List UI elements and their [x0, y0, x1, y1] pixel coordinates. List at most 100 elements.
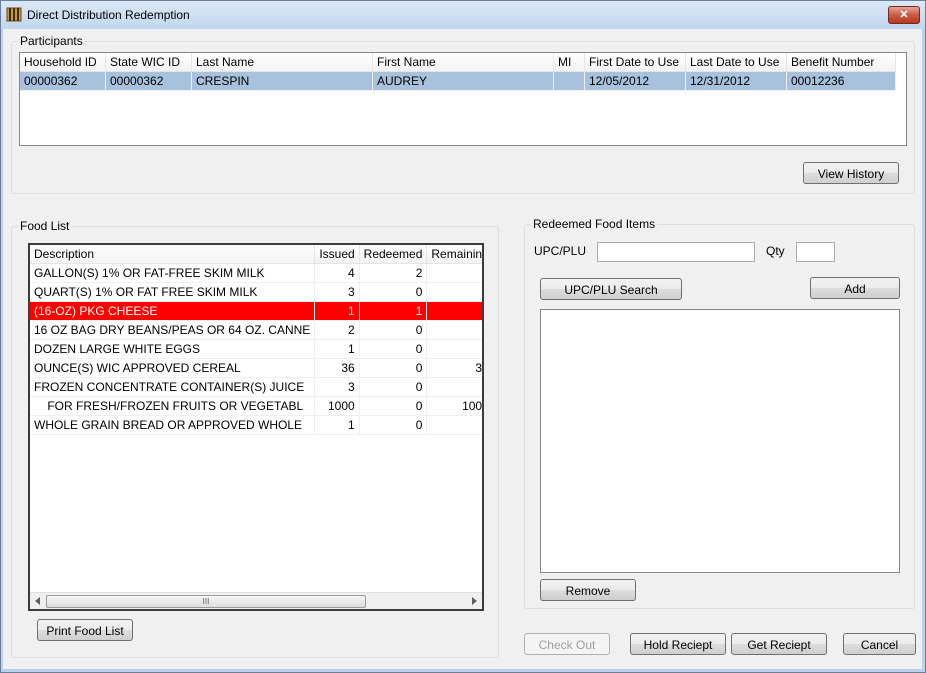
cell [553, 71, 585, 91]
food-description: 16 OZ BAG DRY BEANS/PEAS OR 64 OZ. CANNE [30, 320, 316, 340]
food-issued: 1000 [314, 396, 360, 416]
col-last-name[interactable]: Last Name [191, 53, 373, 72]
food-remaining: 1 [426, 339, 482, 359]
cell: AUDREY [372, 71, 554, 91]
food-remaining: 1 [426, 415, 482, 435]
food-row[interactable]: OUNCE(S) WIC APPROVED CEREAL 36 0 36 [30, 358, 482, 378]
scroll-right-icon[interactable] [470, 597, 478, 605]
food-row[interactable]: FROZEN CONCENTRATE CONTAINER(S) JUICE 3 … [30, 377, 482, 397]
check-out-button[interactable]: Check Out [524, 633, 610, 655]
food-table: Description Issued Redeemed Remaining GA… [30, 245, 482, 435]
food-remaining: 36 [426, 358, 482, 378]
food-redeemed: 0 [359, 396, 428, 416]
participant-row[interactable]: 00000362 00000362 CRESPIN AUDREY 12/05/2… [20, 71, 896, 91]
food-issued: 3 [314, 377, 360, 397]
food-list-label: Food List [18, 219, 72, 233]
cancel-button[interactable]: Cancel [843, 633, 916, 655]
col-last-date[interactable]: Last Date to Use [685, 53, 787, 72]
food-list-hscrollbar[interactable]: III [30, 592, 482, 609]
participants-list[interactable]: Household ID State WIC ID Last Name Firs… [19, 52, 907, 146]
food-issued: 36 [314, 358, 360, 378]
food-header-row: Description Issued Redeemed Remaining [30, 245, 482, 264]
food-redeemed: 0 [359, 415, 428, 435]
food-description: FROZEN CONCENTRATE CONTAINER(S) JUICE [30, 377, 316, 397]
food-remaining: 3 [426, 377, 482, 397]
food-description: OUNCE(S) WIC APPROVED CEREAL [30, 358, 316, 378]
food-row[interactable]: FOR FRESH/FROZEN FRUITS OR VEGETABL 1000… [30, 396, 482, 416]
window-title: Direct Distribution Redemption [27, 8, 190, 22]
food-redeemed: 1 [359, 301, 428, 321]
col-benefit-number[interactable]: Benefit Number [786, 53, 896, 72]
participants-header-row: Household ID State WIC ID Last Name Firs… [20, 53, 896, 72]
redeemed-items-label: Redeemed Food Items [531, 217, 658, 231]
scroll-thumb[interactable]: III [46, 595, 366, 608]
food-redeemed: 0 [359, 358, 428, 378]
col-redeemed[interactable]: Redeemed [359, 245, 428, 264]
food-row[interactable]: WHOLE GRAIN BREAD OR APPROVED WHOLE 1 0 … [30, 415, 482, 435]
food-issued: 2 [314, 320, 360, 340]
col-first-name[interactable]: First Name [372, 53, 554, 72]
close-button[interactable]: ✕ [888, 6, 920, 24]
upc-label: UPC/PLU [534, 244, 587, 258]
food-description: DOZEN LARGE WHITE EGGS [30, 339, 316, 359]
food-redeemed: 0 [359, 377, 428, 397]
cell: 00000362 [20, 71, 106, 91]
food-issued: 4 [314, 263, 360, 283]
close-icon: ✕ [899, 9, 909, 21]
food-description: QUART(S) 1% OR FAT FREE SKIM MILK [30, 282, 316, 302]
upc-search-button[interactable]: UPC/PLU Search [540, 278, 682, 300]
food-remaining: 2 [426, 320, 482, 340]
food-row[interactable]: QUART(S) 1% OR FAT FREE SKIM MILK 3 0 3 [30, 282, 482, 302]
col-remaining[interactable]: Remaining [426, 245, 482, 264]
food-row[interactable]: GALLON(S) 1% OR FAT-FREE SKIM MILK 4 2 2 [30, 263, 482, 283]
title-bar[interactable]: Direct Distribution Redemption ✕ [1, 1, 925, 29]
food-redeemed: 0 [359, 339, 428, 359]
col-first-date[interactable]: First Date to Use [584, 53, 686, 72]
col-state-wic-id[interactable]: State WIC ID [105, 53, 192, 72]
print-food-list-button[interactable]: Print Food List [37, 619, 133, 641]
food-redeemed: 0 [359, 282, 428, 302]
cell: CRESPIN [191, 71, 373, 91]
food-redeemed: 0 [359, 320, 428, 340]
food-row[interactable]: 16 OZ BAG DRY BEANS/PEAS OR 64 OZ. CANNE… [30, 320, 482, 340]
hold-receipt-button[interactable]: Hold Reciept [630, 633, 726, 655]
col-issued[interactable]: Issued [314, 245, 360, 264]
add-button[interactable]: Add [810, 277, 900, 299]
redeemed-items-group: Redeemed Food Items UPC/PLU Qty UPC/PLU … [524, 217, 915, 609]
food-issued: 1 [314, 301, 360, 321]
scroll-left-icon[interactable] [34, 597, 42, 605]
col-description[interactable]: Description [30, 245, 316, 264]
qty-label: Qty [766, 244, 785, 258]
dialog-body: Participants Household ID State WIC ID L… [3, 29, 922, 669]
cell: 00000362 [105, 71, 192, 91]
col-household-id[interactable]: Household ID [20, 53, 106, 72]
food-row-fully-redeemed[interactable]: (16-OZ) PKG CHEESE 1 1 0 [30, 301, 482, 321]
food-remaining: 2 [426, 263, 482, 283]
app-window: Direct Distribution Redemption ✕ Partici… [0, 0, 926, 673]
cell: 12/31/2012 [685, 71, 787, 91]
food-redeemed: 2 [359, 263, 428, 283]
view-history-button[interactable]: View History [803, 162, 899, 184]
food-remaining: 3 [426, 282, 482, 302]
food-issued: 1 [314, 415, 360, 435]
scroll-grip-icon: III [202, 597, 210, 606]
upc-input[interactable] [597, 242, 755, 262]
food-description: FOR FRESH/FROZEN FRUITS OR VEGETABL [30, 396, 316, 416]
col-mi[interactable]: MI [553, 53, 585, 72]
participants-group: Participants Household ID State WIC ID L… [11, 34, 915, 194]
participants-table: Household ID State WIC ID Last Name Firs… [20, 53, 896, 91]
redeemed-items-list[interactable] [540, 309, 900, 573]
food-row[interactable]: DOZEN LARGE WHITE EGGS 1 0 1 [30, 339, 482, 359]
food-description: GALLON(S) 1% OR FAT-FREE SKIM MILK [30, 263, 316, 283]
food-list[interactable]: Description Issued Redeemed Remaining GA… [28, 243, 484, 611]
food-description: (16-OZ) PKG CHEESE [30, 301, 316, 321]
get-receipt-button[interactable]: Get Reciept [731, 633, 827, 655]
qty-input[interactable] [796, 242, 835, 262]
participants-label: Participants [18, 34, 85, 48]
food-list-group: Food List Description Issued Redeemed Re… [11, 219, 499, 658]
remove-button[interactable]: Remove [540, 579, 636, 601]
food-remaining: 0 [426, 301, 482, 321]
food-issued: 3 [314, 282, 360, 302]
cell: 12/05/2012 [584, 71, 686, 91]
app-icon [6, 7, 22, 22]
